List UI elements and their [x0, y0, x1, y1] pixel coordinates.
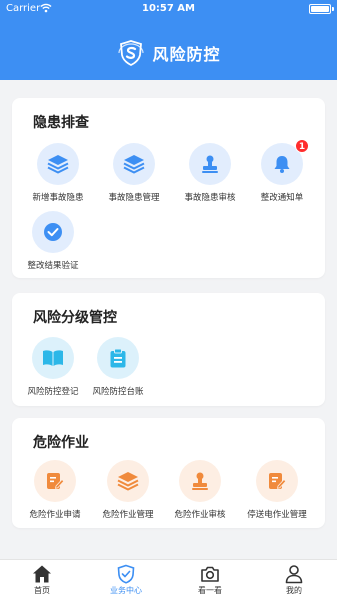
- section-title: 风险分级管控: [33, 310, 117, 326]
- status-time: 10:57 AM: [141, 3, 195, 14]
- item-label: 新增事故隐患: [32, 193, 84, 203]
- app-header: Carrier 10:57 AM 风险防控: [0, 0, 337, 80]
- add-hazard-button[interactable]: 新增事故隐患: [19, 143, 97, 203]
- hazard-management-button[interactable]: 事故隐患管理: [95, 143, 173, 203]
- notification-badge: 1: [295, 139, 309, 153]
- item-label: 停送电作业管理: [247, 510, 307, 520]
- shield-logo-icon: [118, 40, 145, 67]
- tab-home[interactable]: 首页: [0, 562, 84, 596]
- tab-bar: 首页 业务中心 看一看 我的: [0, 559, 337, 600]
- danger-management-button[interactable]: 危险作业管理: [89, 460, 167, 520]
- tab-profile[interactable]: 我的: [252, 562, 336, 596]
- tab-business-center[interactable]: 业务中心: [84, 562, 168, 596]
- tab-label: 首页: [34, 586, 50, 595]
- hazard-section: 隐患排查 新增事故隐患 事故隐患管理 事故隐患审核 1 整改通知单 整改结果验证: [12, 98, 325, 278]
- person-icon: [285, 565, 303, 584]
- stamp-icon: [192, 472, 208, 490]
- clipboard-icon: [110, 348, 126, 368]
- shield-check-icon: [117, 564, 135, 584]
- stamp-icon: [202, 155, 218, 173]
- item-label: 危险作业管理: [102, 510, 154, 520]
- edit-doc-icon: [47, 473, 65, 489]
- edit-doc-icon: [269, 473, 287, 489]
- power-work-management-button[interactable]: 停送电作业管理: [238, 460, 316, 520]
- item-label: 危险作业申请: [29, 510, 81, 520]
- book-icon: [43, 350, 63, 366]
- risk-ledger-button[interactable]: 风险防控台账: [79, 337, 157, 397]
- tab-label: 看一看: [198, 586, 222, 595]
- rectification-notice-button[interactable]: 1 整改通知单: [243, 139, 321, 203]
- rectification-verify-button[interactable]: 整改结果验证: [14, 211, 92, 271]
- battery-icon: [309, 4, 334, 14]
- item-label: 事故隐患审核: [184, 193, 236, 203]
- section-title: 隐患排查: [33, 115, 89, 131]
- danger-section: 危险作业 危险作业申请 危险作业管理 危险作业审核 停送电作业管理: [12, 418, 325, 528]
- hazard-review-button[interactable]: 事故隐患审核: [171, 143, 249, 203]
- item-label: 事故隐患管理: [108, 193, 160, 203]
- layers-icon: [123, 155, 145, 174]
- tab-label: 我的: [286, 586, 302, 595]
- home-icon: [33, 565, 51, 583]
- tab-discover[interactable]: 看一看: [168, 562, 252, 596]
- danger-review-button[interactable]: 危险作业审核: [161, 460, 239, 520]
- item-label: 风险防控台账: [92, 387, 144, 397]
- status-bar: Carrier 10:57 AM: [0, 0, 337, 20]
- camera-icon: [201, 566, 219, 582]
- page-title: 风险防控: [152, 45, 221, 64]
- item-label: 整改结果验证: [27, 261, 79, 271]
- layers-icon: [47, 155, 69, 174]
- check-icon: [44, 223, 62, 241]
- section-title: 危险作业: [33, 435, 89, 451]
- item-label: 整改通知单: [260, 193, 304, 203]
- danger-apply-button[interactable]: 危险作业申请: [16, 460, 94, 520]
- bell-icon: [274, 156, 290, 173]
- item-label: 危险作业审核: [174, 510, 226, 520]
- risk-section: 风险分级管控 风险防控登记 风险防控台账: [12, 293, 325, 406]
- tab-label: 业务中心: [110, 586, 142, 595]
- layers-icon: [117, 472, 139, 491]
